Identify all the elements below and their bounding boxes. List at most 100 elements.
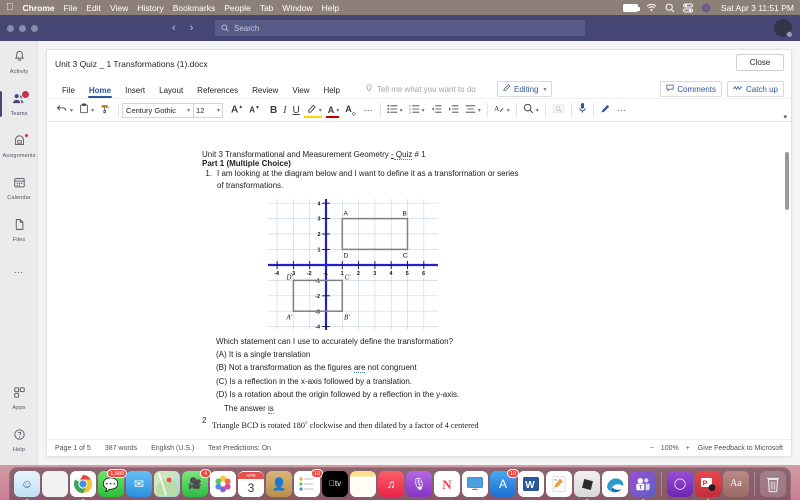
zoom-out-button[interactable]: − [650,445,654,452]
document-scrollbar[interactable] [784,152,789,452]
tab-help[interactable]: Help [317,86,347,98]
paste-button[interactable]: ▾ [76,101,97,119]
window-traffic-lights[interactable] [0,25,38,32]
sidebar-item-more[interactable]: ⋯ [0,251,38,293]
sidebar-item-apps[interactable]: Apps [0,377,38,419]
sidebar-item-teams[interactable]: Teams [0,83,38,125]
dock-screencast-icon[interactable]: P [695,471,721,497]
battery-icon[interactable] [623,4,638,12]
editing-mode-button[interactable]: Editing ▾ [497,81,552,97]
sidebar-item-files[interactable]: Files [0,209,38,251]
language-indicator[interactable]: English (U.S.) [151,445,194,452]
menu-item-chrome[interactable]: Chrome [23,3,55,13]
dock-notes-icon[interactable] [350,471,376,497]
dock-teams-icon[interactable]: T [630,471,656,497]
shrink-font-button[interactable]: A▼ [246,101,263,119]
wifi-icon[interactable] [646,3,657,12]
dock-facetime-icon[interactable]: 🎥 4 [182,471,208,497]
menu-item-file[interactable]: File [64,3,78,13]
feedback-link[interactable]: Give Feedback to Microsoft [698,445,783,452]
ribbon-overflow-button[interactable]: ⋯ [361,101,377,119]
siri-icon[interactable] [701,3,711,13]
chevron-down-icon[interactable]: ▾ [91,107,94,114]
chevron-down-icon[interactable]: ▾ [70,107,73,114]
dock-contacts-icon[interactable]: 👤 [266,471,292,497]
page-count[interactable]: Page 1 of 5 [55,445,91,452]
sidebar-item-activity[interactable]: Activity [0,41,38,83]
word-count[interactable]: 387 words [105,445,137,452]
styles-button[interactable]: A ▾ [491,101,513,119]
bold-button[interactable]: B [267,101,280,119]
dock-chrome-icon[interactable] [70,471,96,497]
menu-item-people[interactable]: People [224,3,250,13]
chevron-down-icon[interactable]: ▾ [422,107,425,114]
menu-item-history[interactable]: History [137,3,163,13]
forward-button[interactable]: › [190,22,194,34]
menu-item-help[interactable]: Help [322,3,339,13]
find-button[interactable]: ▾ [520,101,542,119]
tab-file[interactable]: File [55,86,82,98]
underline-button[interactable]: U [290,101,303,119]
tab-insert[interactable]: Insert [118,86,152,98]
apple-menu-icon[interactable]:  [6,3,14,13]
dock-calendar-icon[interactable]: APR 3 [238,471,264,497]
dock-zoom-icon[interactable]: ◯ [667,471,693,497]
tab-references[interactable]: References [190,86,245,98]
menu-item-window[interactable]: Window [282,3,312,13]
tab-layout[interactable]: Layout [152,86,190,98]
font-color-button[interactable]: A ▾ [325,101,343,119]
zoom-level[interactable]: 100% [661,445,679,452]
search-icon[interactable] [665,3,675,13]
dock-finder-icon[interactable]: ☺ [14,471,40,497]
menu-item-view[interactable]: View [110,3,128,13]
document-canvas[interactable]: Unit 3 Transformational and Measurement … [47,150,791,439]
dock-app-store-icon[interactable]: A 10 [490,471,516,497]
tab-home[interactable]: Home [82,86,118,98]
tab-view[interactable]: View [285,86,316,98]
undo-button[interactable]: ▾ [53,101,76,119]
numbering-button[interactable]: 123 ▾ [406,101,428,119]
ink-button[interactable] [597,101,614,119]
format-painter-button[interactable] [97,101,115,119]
dock-launchpad-icon[interactable] [42,471,68,497]
text-predictions-status[interactable]: Text Predictions: On [208,445,271,452]
chevron-down-icon[interactable]: ▾ [783,113,787,121]
document-page[interactable]: Unit 3 Transformational and Measurement … [202,150,632,430]
dock-photos-icon[interactable] [210,471,236,497]
sidebar-item-calendar[interactable]: Calendar [0,167,38,209]
maximize-window-button[interactable] [31,25,38,32]
bullets-button[interactable]: ▾ [384,101,406,119]
dock-maps-icon[interactable] [154,471,180,497]
dock-trash-icon[interactable] [760,471,786,497]
dock-font-book-icon[interactable]: Aa [723,471,749,497]
dock-podcasts-icon[interactable]: 🎙 [406,471,432,497]
dock-news-icon[interactable]: N [434,471,460,497]
chevron-down-icon[interactable]: ▾ [478,107,481,114]
italic-button[interactable]: I [280,101,289,119]
scrollbar-thumb[interactable] [785,152,789,210]
dock-roblox-icon[interactable] [574,471,600,497]
dock-apple-tv-icon[interactable]: tv [322,471,348,497]
control-center-icon[interactable] [683,3,693,13]
sidebar-item-assignments[interactable]: Assignments [0,125,38,167]
minimize-window-button[interactable] [19,25,26,32]
dock-music-icon[interactable]: ♫ [378,471,404,497]
grow-font-button[interactable]: A▲ [228,101,246,119]
chevron-down-icon[interactable]: ▾ [319,107,322,114]
chevron-down-icon[interactable]: ▾ [400,107,403,114]
close-window-button[interactable] [7,25,14,32]
dock-keynote-icon[interactable] [462,471,488,497]
teams-search-box[interactable]: Search [215,20,585,36]
chevron-down-icon[interactable]: ▾ [507,107,510,114]
increase-indent-button[interactable] [445,101,462,119]
menu-item-edit[interactable]: Edit [86,3,101,13]
editor-button[interactable] [549,101,568,119]
zoom-in-button[interactable]: + [686,445,690,452]
dock-reminders-icon[interactable]: 10 [294,471,320,497]
tell-me-search[interactable]: Tell me what you want to do [365,84,476,98]
dock-mail-icon[interactable]: ✉ [126,471,152,497]
chevron-down-icon[interactable]: ▾ [536,107,539,114]
menu-item-bookmarks[interactable]: Bookmarks [173,3,216,13]
font-name-select[interactable]: Century Gothic ▾ [122,103,194,118]
text-highlight-button[interactable]: ▾ [303,101,325,119]
